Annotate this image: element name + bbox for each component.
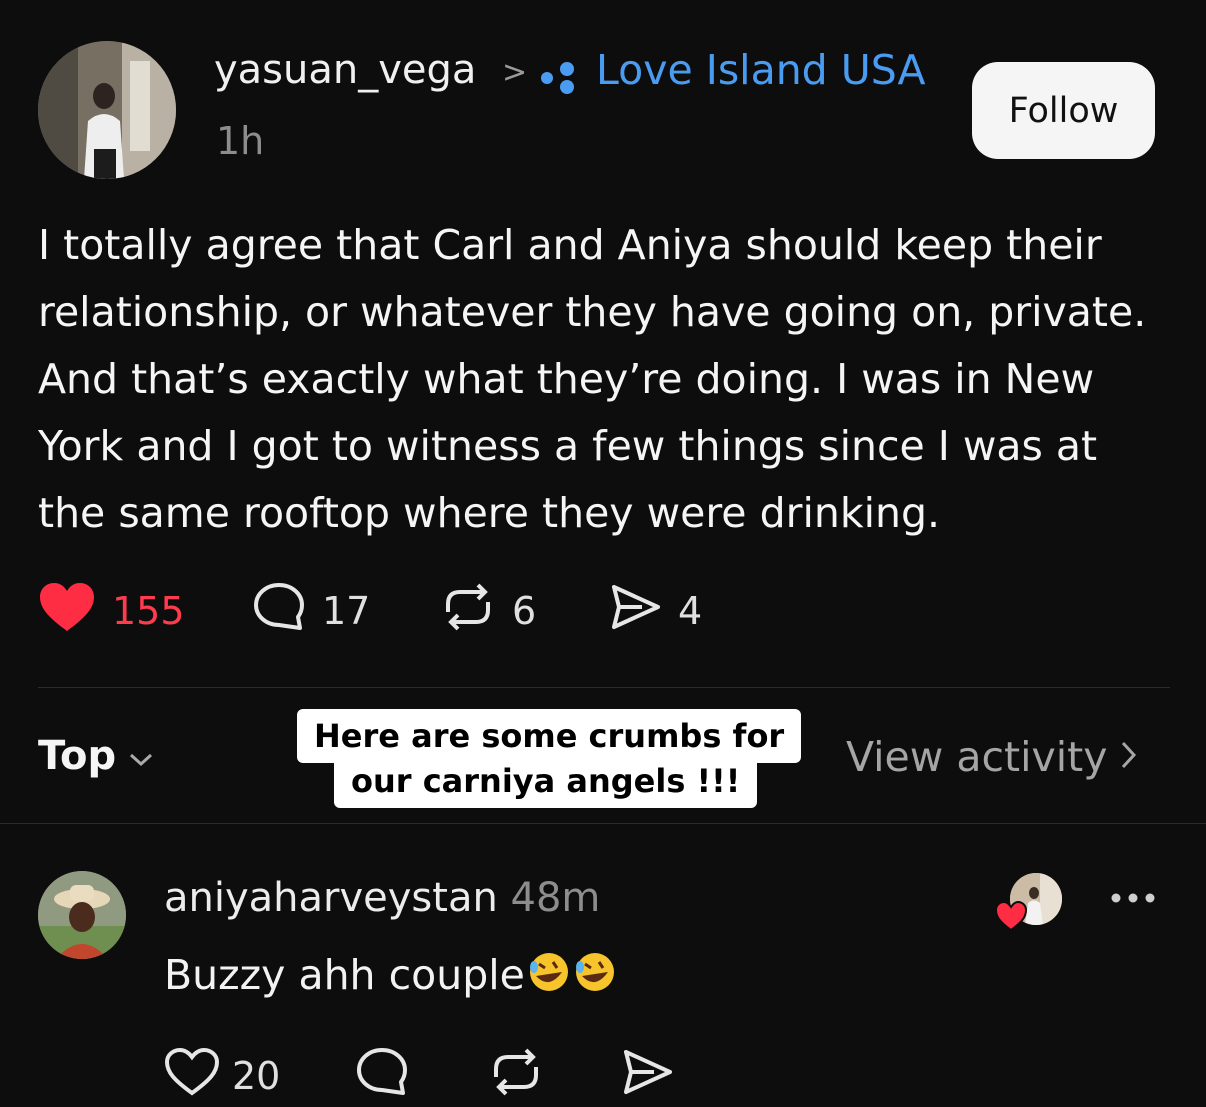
- repost-button[interactable]: 6: [440, 583, 537, 637]
- comment-share-button[interactable]: [620, 1049, 674, 1102]
- chevron-down-icon: [128, 733, 154, 779]
- heart-filled-icon: [994, 900, 1028, 932]
- commenter-avatar[interactable]: [38, 871, 126, 959]
- comment-repost-button[interactable]: [488, 1048, 544, 1102]
- comment-header: aniyaharveystan 48m: [164, 878, 600, 918]
- comment-timestamp: 48m: [510, 875, 601, 921]
- divider: [38, 687, 1170, 688]
- heart-filled-icon: [38, 581, 96, 642]
- community-icon: [540, 60, 578, 96]
- post-timestamp: 1h: [216, 119, 265, 163]
- reply-count: 17: [322, 589, 371, 633]
- like-button[interactable]: 155: [38, 582, 185, 637]
- reply-icon: [354, 1046, 410, 1107]
- post-body: I totally agree that Carl and Aniya shou…: [38, 221, 1147, 537]
- reply-icon: [252, 581, 306, 642]
- comment-body: Buzzy ahh couple: [164, 950, 617, 1001]
- community-link[interactable]: Love Island USA: [596, 50, 926, 91]
- heart-outline-icon: [164, 1047, 220, 1106]
- breadcrumb-separator: >: [502, 55, 528, 90]
- view-activity-label: View activity: [846, 733, 1108, 781]
- reply-button[interactable]: 17: [252, 582, 371, 637]
- laughing-emoji-icon: [571, 950, 617, 1001]
- follow-button[interactable]: Follow: [972, 62, 1155, 159]
- chevron-right-icon: [1119, 733, 1139, 781]
- sort-dropdown[interactable]: Top: [38, 733, 154, 779]
- more-icon[interactable]: [1110, 890, 1156, 906]
- share-icon: [608, 582, 662, 641]
- like-count: 155: [112, 589, 185, 633]
- author-avatar[interactable]: [38, 41, 176, 179]
- comment-like-count: 20: [232, 1054, 281, 1098]
- share-count: 4: [678, 589, 703, 633]
- share-icon: [620, 1047, 674, 1106]
- post-author[interactable]: yasuan_vega: [214, 50, 476, 90]
- laughing-emoji-icon: [525, 950, 571, 1001]
- sort-label: Top: [38, 733, 117, 779]
- divider: [0, 823, 1206, 824]
- comment-author[interactable]: aniyaharveystan: [164, 875, 498, 921]
- comment-reply-button[interactable]: [354, 1047, 410, 1102]
- caption-line-2: our carniya angels !!!: [334, 754, 758, 808]
- repost-icon: [440, 582, 496, 641]
- share-button[interactable]: 4: [608, 584, 703, 637]
- view-activity-link[interactable]: View activity: [846, 733, 1139, 781]
- repost-count: 6: [512, 589, 537, 633]
- comment-text: Buzzy ahh couple: [164, 951, 525, 999]
- comment-like-button[interactable]: 20: [164, 1047, 281, 1102]
- repost-icon: [488, 1047, 544, 1106]
